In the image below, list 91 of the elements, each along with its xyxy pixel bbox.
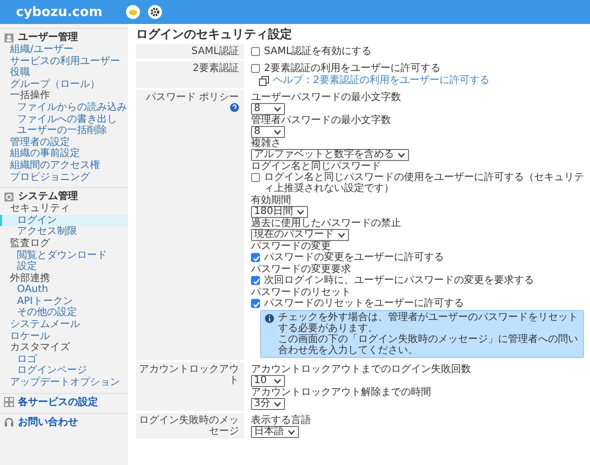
checkbox-label: 次回ログイン時に、ユーザーにパスワードの変更を要求する (264, 275, 534, 286)
checkbox[interactable] (251, 253, 260, 262)
field-heading: 過去に使用したパスワードの禁止 (251, 218, 402, 229)
field-heading: 複雑さ (251, 138, 282, 149)
sidebar-item[interactable]: ログインページ (0, 365, 128, 378)
dropdown-caret-icon (274, 107, 281, 112)
dropdown-caret-icon (297, 210, 304, 215)
sidebar-item[interactable]: OAuth (0, 284, 128, 296)
select-field[interactable]: 日本語 (251, 426, 299, 438)
field-label: パスワード ポリシー (146, 92, 239, 103)
checkbox[interactable] (251, 276, 260, 285)
info-text: この画面の下の「ログイン失敗時のメッセージ」に管理者への問い合わせ先を入力してください。 (278, 334, 579, 356)
settings-icon (4, 192, 14, 202)
sidebar-heading: システム管理 (18, 191, 78, 202)
select-field[interactable]: 8 (251, 126, 285, 138)
sidebar-group-label: 一括操作 (9, 90, 51, 102)
dropdown-caret-icon (274, 379, 281, 384)
logo[interactable]: cybozu.com (16, 6, 102, 18)
sidebar-item[interactable]: 管理者の設定 (0, 136, 128, 148)
user-icon (4, 32, 14, 42)
checkbox-label: パスワードのリセットをユーザーに許可する (264, 298, 464, 309)
select-field[interactable]: アルファベットと数字を含める (251, 149, 409, 161)
field-heading: 有効期間 (251, 195, 292, 206)
sidebar-group-label: 外部連携 (9, 272, 51, 284)
sidebar-item[interactable]: ログイン (0, 214, 128, 226)
sidebar-item[interactable]: 閲覧とダウンロード (0, 250, 128, 262)
page-title: ログインのセキュリティ設定 (136, 27, 293, 41)
dropdown-caret-icon (338, 233, 345, 238)
help-link[interactable]: ヘルプ：2要素認証の利用をユーザーに許可する (273, 75, 490, 86)
field-heading: パスワードの変更 (251, 241, 331, 252)
notification-icon[interactable] (126, 5, 140, 19)
dropdown-caret-icon (274, 402, 282, 407)
checkbox[interactable] (251, 64, 260, 73)
info-text: チェックを外す場合は、管理者がユーザーのパスワードをリセットする必要があります。 (278, 312, 579, 334)
sidebar-link[interactable]: 各サービスの設定 (18, 396, 98, 408)
checkbox-label: 2要素認証の利用をユーザーに許可する (264, 63, 440, 74)
sidebar-item[interactable]: ロケール (0, 330, 128, 342)
headset-icon (4, 417, 14, 428)
sidebar-item[interactable]: その他の設定 (0, 307, 128, 320)
checkbox-label: パスワードの変更をユーザーに許可する (264, 252, 444, 263)
field-label: ログイン失敗時のメッセージ (139, 415, 239, 437)
dropdown-caret-icon (288, 430, 295, 435)
checkbox-label: ログイン名と同じパスワードの使用をユーザーに許可する（セキュリティ上推奨されない設定です） (264, 172, 584, 194)
checkbox[interactable] (251, 173, 260, 182)
sidebar-group-label: 監査ログ (9, 238, 51, 250)
field-heading: ログイン名と同じパスワード (251, 161, 382, 172)
field-label: アカウントロックアウト (139, 364, 239, 386)
checkbox[interactable] (251, 299, 260, 308)
sidebar-item[interactable]: APIトークン (0, 296, 128, 308)
sidebar-group-label: カスタマイズ (9, 342, 71, 354)
sidebar-item[interactable]: ユーザーの一括削除 (0, 125, 128, 137)
sidebar-link[interactable]: お問い合わせ (18, 416, 78, 428)
sidebar-item[interactable]: プロビジョニング (0, 172, 128, 184)
field-label: 2要素認証 (192, 63, 239, 74)
sidebar-item[interactable]: アクセス制限 (0, 226, 128, 238)
sidebar-heading: ユーザー管理 (18, 32, 78, 43)
field-heading: パスワードのリセット (251, 287, 352, 298)
field-heading: ユーザーパスワードの最小文字数 (251, 92, 402, 103)
field-heading: 管理者パスワードの最小文字数 (251, 115, 392, 126)
checkbox-label: SAML認証を有効にする (264, 46, 372, 57)
sidebar-item[interactable]: ファイルからの読み込み (0, 102, 128, 114)
field-heading: アカウントロックアウト解除までの時間 (251, 387, 432, 398)
sidebar-item[interactable]: サービスの利用ユーザー (0, 56, 128, 68)
help-icon[interactable] (230, 103, 239, 112)
dropdown-caret-icon (274, 130, 281, 135)
select-field[interactable]: 現在のパスワード (251, 229, 349, 241)
info-icon (265, 314, 274, 323)
sidebar-item[interactable]: グループ（ロール） (0, 78, 128, 90)
field-heading: アカウントロックアウトまでのログイン失敗回数 (251, 364, 472, 375)
settings-icon[interactable] (148, 5, 162, 19)
select-field[interactable]: 180日間 (251, 206, 308, 218)
sidebar-item[interactable]: 組織/ユーザー (0, 44, 128, 56)
sidebar-item[interactable]: アップデートオプション (0, 377, 128, 389)
sidebar-item[interactable]: 役職 (0, 67, 128, 79)
field-heading: 表示する言語 (251, 415, 312, 426)
select-field[interactable]: 8 (251, 103, 285, 115)
sidebar-item[interactable]: ファイルへの書き出し (0, 114, 128, 126)
sidebar-item[interactable]: 設定 (0, 261, 128, 273)
field-label: SAML認証 (191, 46, 239, 57)
select-field[interactable]: 10 (251, 375, 285, 387)
sidebar-item[interactable]: システムメール (0, 319, 128, 331)
select-field[interactable]: 3分 (251, 398, 286, 410)
sidebar-item[interactable]: 組織の事前設定 (0, 148, 128, 160)
sidebar-item[interactable]: 組織間のアクセス権 (0, 160, 128, 172)
checkbox[interactable] (251, 47, 260, 56)
external-window-icon (259, 76, 269, 86)
dropdown-caret-icon (398, 153, 405, 158)
sidebar-group-label: セキュリティ (9, 203, 71, 215)
grid-icon (4, 397, 14, 408)
field-heading: パスワードの変更要求 (251, 264, 352, 275)
sidebar-item[interactable]: ロゴ (0, 354, 128, 366)
